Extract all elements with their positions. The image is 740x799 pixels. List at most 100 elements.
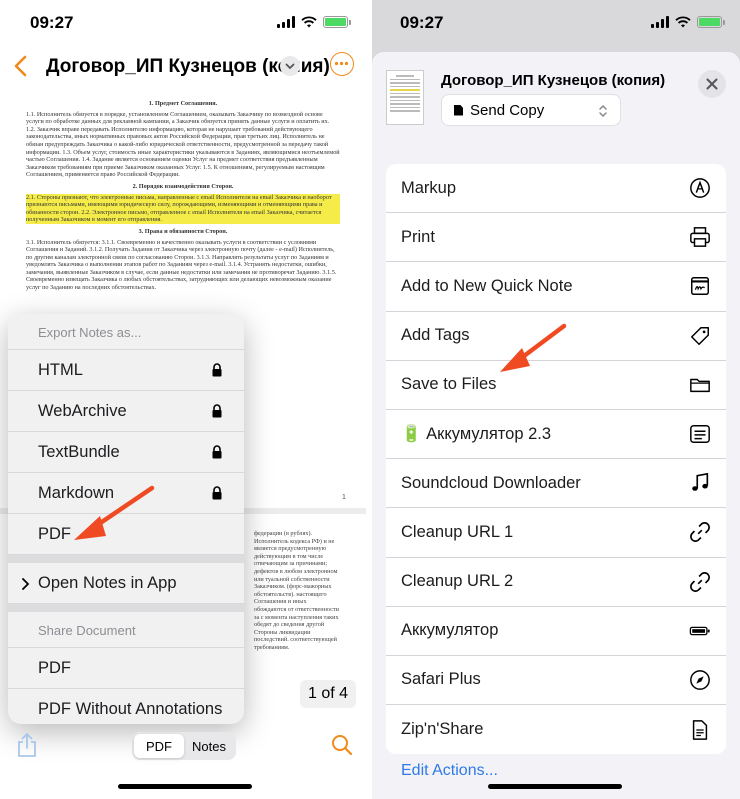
status-time: 09:27 [400,13,444,32]
signal-icon [651,16,669,28]
action-print[interactable]: Print [386,213,726,263]
battery-icon [688,619,712,643]
menu-item-label: WebArchive [38,401,127,420]
more-button[interactable] [330,52,354,76]
segment-notes[interactable]: Notes [184,734,234,758]
bottom-toolbar: PDF Notes [0,728,366,764]
tag-icon [688,324,712,348]
export-webarchive[interactable]: WebArchive [8,391,244,432]
document-icon [454,104,463,116]
share-sheet: Договор_ИП Кузнецов (копия) Send Copy Ma… [372,52,740,799]
menu-item-label: HTML [38,360,83,379]
action-label: Safari Plus [401,670,481,689]
open-notes-in-app[interactable]: Open Notes in App [8,563,244,604]
signal-icon [277,16,295,28]
export-header: Export Notes as... [8,314,244,350]
share-document-title: Договор_ИП Кузнецов (копия) [441,72,666,89]
action-label: Zip'n'Share [401,720,484,739]
folder-icon [688,373,712,397]
action-add-to-new-quick-note[interactable]: Add to New Quick Note [386,262,726,312]
title-menu-button[interactable] [280,56,300,76]
action-cleanup-url-1[interactable]: Cleanup URL 1 [386,508,726,558]
edit-actions-link[interactable]: Edit Actions... [401,762,498,780]
quick-note-icon [688,274,712,298]
chevron-up-down-icon [599,104,607,118]
home-indicator [118,784,252,789]
action-label: 🔋 Аккумулятор 2.3 [401,424,552,443]
document-thumbnail [386,70,424,125]
actions-list: Markup Print Add to New Quick Note Add T… [386,164,726,755]
action-label: Soundcloud Downloader [401,473,581,492]
share-pdf[interactable]: PDF [8,648,244,689]
action-save-to-files[interactable]: Save to Files [386,361,726,410]
printer-icon [688,225,712,249]
battery-icon [323,16,351,28]
markup-pen-icon [688,176,712,200]
page-indicator: 1 of 4 [300,680,356,708]
compass-icon [688,668,712,692]
action-markup[interactable]: Markup [386,164,726,214]
segment-pdf[interactable]: PDF [134,734,184,758]
send-mode-label: Send Copy [470,101,545,119]
close-icon [706,78,718,90]
wifi-icon [675,16,691,28]
action-label: Cleanup URL 1 [401,522,514,541]
status-icons [651,16,725,28]
action-label: Save to Files [401,375,497,394]
menu-item-label: PDF Without Annotations [38,700,223,718]
send-mode-selector[interactable]: Send Copy [441,94,621,126]
action-akkumulyator-2-3[interactable]: 🔋 Аккумулятор 2.3 [386,410,726,460]
search-icon[interactable] [331,734,353,756]
section-title: 1. Предмет Соглашения. [148,100,218,107]
export-textbundle[interactable]: TextBundle [8,432,244,473]
lock-icon [212,404,222,418]
action-label: Markup [401,178,457,197]
export-pdf[interactable]: PDF [8,514,244,555]
close-button[interactable] [698,70,726,98]
chevron-down-icon [285,63,295,70]
lock-icon [212,486,222,500]
export-menu: Export Notes as... HTML WebArchive TextB… [8,314,244,724]
home-indicator [488,784,622,789]
action-cleanup-url-2[interactable]: Cleanup URL 2 [386,558,726,607]
section-title: 2. Порядок взаимодействия Сторон. [132,182,234,190]
action-label: Add to New Quick Note [401,276,573,295]
share-icon[interactable] [16,732,38,758]
export-html[interactable]: HTML [8,350,244,391]
status-time: 09:27 [30,13,74,32]
back-chevron-icon[interactable] [12,54,32,78]
list-icon [688,422,712,446]
action-safari-plus[interactable]: Safari Plus [386,656,726,706]
share-header: Share Document [8,612,244,648]
action-label: Аккумулятор [401,621,499,640]
menu-item-label: Open Notes in App [38,573,177,592]
battery-icon [697,16,725,28]
ellipsis-icon [334,61,349,66]
wifi-icon [301,16,317,28]
menu-item-label: TextBundle [38,442,120,461]
menu-item-label: PDF [38,524,71,543]
action-akkumulyator[interactable]: Аккумулятор [386,607,726,656]
pdf-page-number: 1 [342,494,346,501]
share-sheet-header: Договор_ИП Кузнецов (копия) Send Copy [372,52,740,142]
status-icons [277,16,351,28]
music-note-icon [688,471,712,495]
action-label: Print [401,227,435,246]
lock-icon [212,363,222,377]
menu-item-label: Markdown [38,483,115,502]
action-zipnshare[interactable]: Zip'n'Share [386,705,726,754]
menu-separator [8,555,244,563]
menu-item-label: PDF [38,658,71,677]
chevron-right-icon [22,578,30,590]
nav-bar: Договор_ИП Кузнецов (копия) [0,48,366,86]
action-label: Cleanup URL 2 [401,572,514,591]
section-text: 1.1. Исполнитель обязуется в порядке, ус… [26,110,340,179]
link-icon [688,520,712,544]
share-pdf-without-annotations[interactable]: PDF Without Annotations [8,689,244,724]
right-screen: 09:27 Договор_ИП Кузнецов (копия) Send C… [372,0,740,799]
action-add-tags[interactable]: Add Tags [386,312,726,361]
export-markdown[interactable]: Markdown [8,473,244,514]
action-soundcloud-downloader[interactable]: Soundcloud Downloader [386,459,726,509]
view-mode-segmented-control: PDF Notes [132,732,236,760]
highlighted-text: 2.1. Стороны признают, что электронные п… [26,193,340,224]
